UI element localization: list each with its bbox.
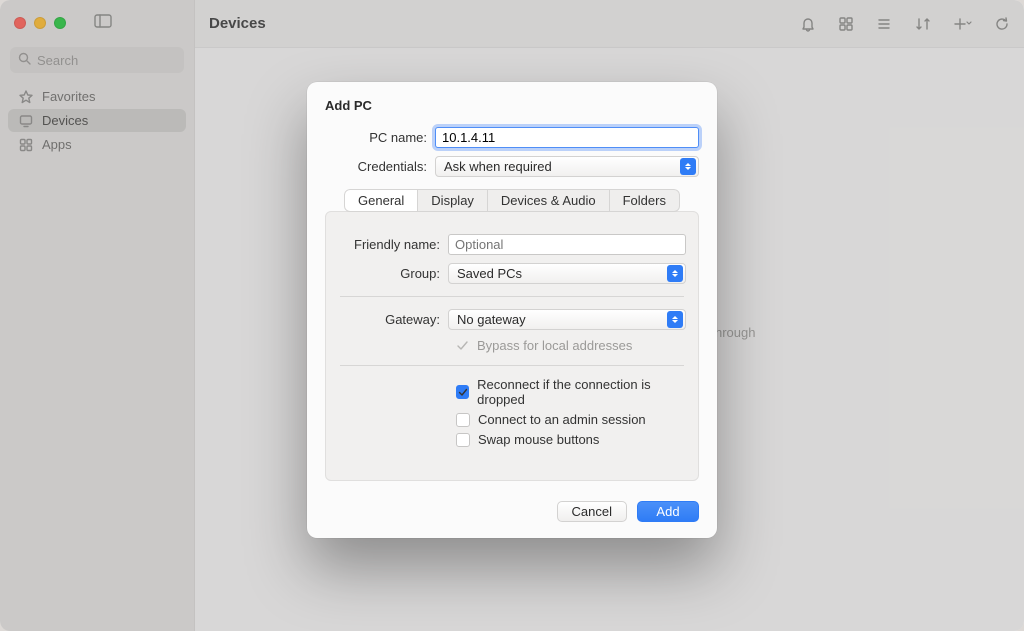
divider — [340, 365, 684, 366]
add-button[interactable]: Add — [637, 501, 699, 522]
friendly-name-input[interactable] — [448, 234, 686, 255]
settings-tabs: General Display Devices & Audio Folders — [344, 189, 680, 212]
reconnect-label: Reconnect if the connection is dropped — [477, 377, 686, 407]
tab-pane-general: Friendly name: Group: Saved PCs — [325, 211, 699, 481]
dialog-buttons: Cancel Add — [325, 501, 699, 522]
checkmark-icon — [456, 340, 469, 351]
tab-display[interactable]: Display — [418, 189, 488, 212]
group-select[interactable]: Saved PCs — [448, 263, 686, 284]
swap-mouse-label: Swap mouse buttons — [478, 432, 599, 447]
select-stepper-icon — [667, 265, 683, 282]
gateway-label: Gateway: — [338, 312, 448, 327]
pc-name-label: PC name: — [325, 130, 435, 145]
credentials-label: Credentials: — [325, 159, 435, 174]
bypass-label: Bypass for local addresses — [477, 338, 632, 353]
admin-session-label: Connect to an admin session — [478, 412, 646, 427]
tab-devices-audio[interactable]: Devices & Audio — [488, 189, 610, 212]
group-value: Saved PCs — [457, 266, 522, 281]
tab-folders[interactable]: Folders — [610, 189, 680, 212]
gateway-value: No gateway — [457, 312, 526, 327]
cancel-button[interactable]: Cancel — [557, 501, 627, 522]
add-pc-dialog: Add PC PC name: Credentials: Ask when re… — [307, 82, 717, 538]
reconnect-checkbox[interactable] — [456, 385, 469, 399]
select-stepper-icon — [680, 158, 696, 175]
app-window: Favorites Devices Apps Devices — [0, 0, 1024, 631]
credentials-value: Ask when required — [444, 159, 552, 174]
bypass-local-checkbox: Bypass for local addresses — [456, 338, 686, 353]
group-label: Group: — [338, 266, 448, 281]
pc-name-input[interactable] — [435, 127, 699, 148]
friendly-name-label: Friendly name: — [338, 237, 448, 252]
credentials-select[interactable]: Ask when required — [435, 156, 699, 177]
dialog-title: Add PC — [325, 98, 699, 113]
swap-mouse-checkbox[interactable] — [456, 433, 470, 447]
admin-session-checkbox[interactable] — [456, 413, 470, 427]
select-stepper-icon — [667, 311, 683, 328]
modal-overlay: Add PC PC name: Credentials: Ask when re… — [0, 0, 1024, 631]
gateway-select[interactable]: No gateway — [448, 309, 686, 330]
tab-general[interactable]: General — [344, 189, 418, 212]
divider — [340, 296, 684, 297]
